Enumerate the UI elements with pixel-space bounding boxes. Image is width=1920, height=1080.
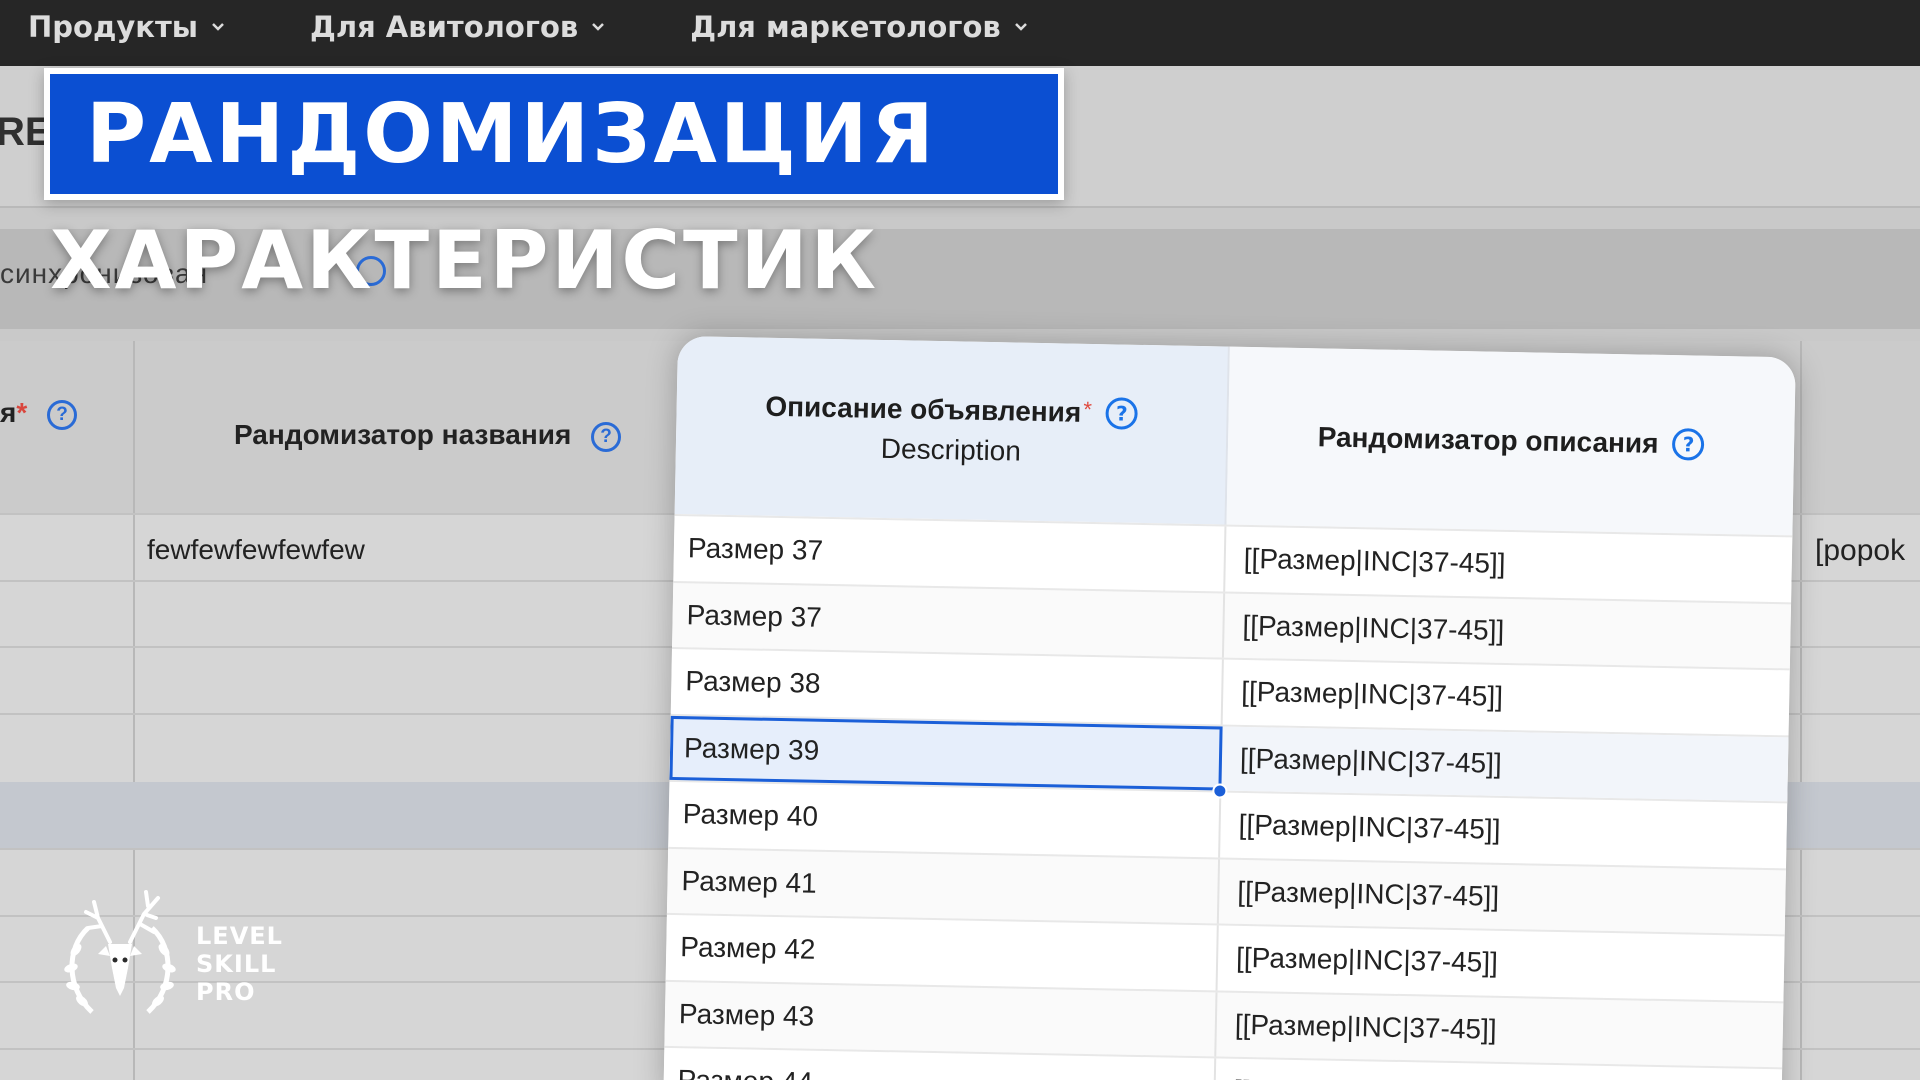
divider — [0, 206, 1920, 208]
table-header: Описание объявления * ? Description Ранд… — [674, 336, 1796, 536]
column-header-label: Рандомизатор названия — [234, 419, 572, 450]
logo-line: PRO — [196, 978, 256, 1006]
nav-item-label: Продукты — [28, 10, 198, 44]
description-cell[interactable]: Размер 37 — [672, 582, 1226, 658]
randomizer-cell[interactable]: [[Размер|INC|37-45]] — [1225, 527, 1792, 602]
table-body: Размер 37 [[Размер|INC|37-45]] Размер 37… — [663, 513, 1793, 1080]
nav-item-avitologists[interactable]: Для Авитологов — [310, 10, 606, 44]
randomizer-cell[interactable]: [[Размер|INC|37-45]] — [1221, 726, 1789, 802]
randomizer-cell[interactable]: [[Размер|INC|37-45]] — [1224, 593, 1791, 668]
chevron-down-icon — [1014, 23, 1027, 31]
title-line-2: ХАРАКТЕРИСТИК — [50, 214, 879, 307]
column-header-label: Рандомизатор описания — [1317, 421, 1659, 459]
help-icon[interactable]: ? — [591, 421, 622, 452]
column-header-randomizer[interactable]: Рандомизатор описания ? — [1226, 346, 1796, 536]
randomizer-cell[interactable]: [[Размер|INC|37-45]] — [1219, 859, 1786, 934]
nav-item-label: Для Авитологов — [310, 10, 579, 44]
name-randomizer-cell[interactable]: fewfewfewfewfew — [147, 534, 365, 566]
logo-wordmark: LEVEL SKILL PRO — [196, 922, 283, 1006]
help-icon[interactable]: ? — [1105, 397, 1139, 430]
description-cell[interactable]: Размер 43 — [664, 981, 1218, 1057]
description-cell[interactable]: Размер 41 — [666, 848, 1221, 924]
description-cell[interactable]: Размер 40 — [668, 781, 1222, 858]
description-cell[interactable]: Размер 38 — [670, 648, 1224, 725]
top-navigation: Продукты Для Авитологов Для маркетологов — [0, 0, 1920, 66]
description-cell[interactable]: Размер 37 — [673, 515, 1227, 592]
randomizer-cell[interactable]: [[Размер|INC|37-45]] — [1218, 925, 1785, 1000]
nav-item-label: Для маркетологов — [690, 10, 1001, 44]
background-column-header-name-randomizer: Рандомизатор названия ? — [234, 419, 622, 452]
column-header-subtitle: Description — [880, 432, 1022, 467]
logo-line: SKILL — [196, 950, 277, 978]
title-line-1: РАНДОМИЗАЦИЯ — [86, 86, 937, 182]
cell-text: Размер 39 — [683, 731, 820, 766]
randomizer-cell[interactable]: [[Размер|INC|37-45]] — [1216, 992, 1783, 1067]
column-header-label: я — [0, 397, 17, 428]
description-table-card: Описание объявления * ? Description Ранд… — [663, 336, 1796, 1080]
logo-line: LEVEL — [196, 922, 283, 950]
description-cell[interactable]: Размер 42 — [665, 914, 1219, 990]
nav-item-marketers[interactable]: Для маркетологов — [690, 10, 1029, 44]
column-header-title: Рандомизатор описания ? — [1317, 421, 1705, 461]
column-header-label: Описание объявления — [765, 390, 1082, 428]
column-header-description[interactable]: Описание объявления * ? Description — [674, 336, 1230, 525]
title-banner: РАНДОМИЗАЦИЯ — [44, 68, 1064, 200]
next-column-cell[interactable]: [popok — [1815, 534, 1905, 568]
level-skill-pro-logo: LEVEL SKILL PRO — [58, 888, 308, 1028]
chevron-down-icon — [212, 23, 224, 31]
column-divider — [1800, 341, 1802, 1080]
deer-head-laurel-icon — [64, 890, 176, 1014]
required-mark: * — [16, 397, 28, 428]
required-mark: * — [1083, 396, 1093, 422]
help-icon[interactable]: ? — [47, 399, 78, 430]
column-header-title: Описание объявления * ? — [765, 390, 1139, 430]
chevron-down-icon — [592, 23, 605, 31]
description-cell-selected[interactable]: Размер 39 — [669, 715, 1228, 799]
randomizer-cell[interactable]: [[Размер|INC|37-45]] — [1223, 660, 1790, 735]
background-column-header: я* ? — [0, 397, 78, 430]
randomizer-cell[interactable]: [[Размер|INC|37-45]] — [1220, 793, 1787, 868]
nav-item-products[interactable]: Продукты — [28, 10, 226, 44]
help-icon[interactable]: ? — [1672, 428, 1705, 461]
